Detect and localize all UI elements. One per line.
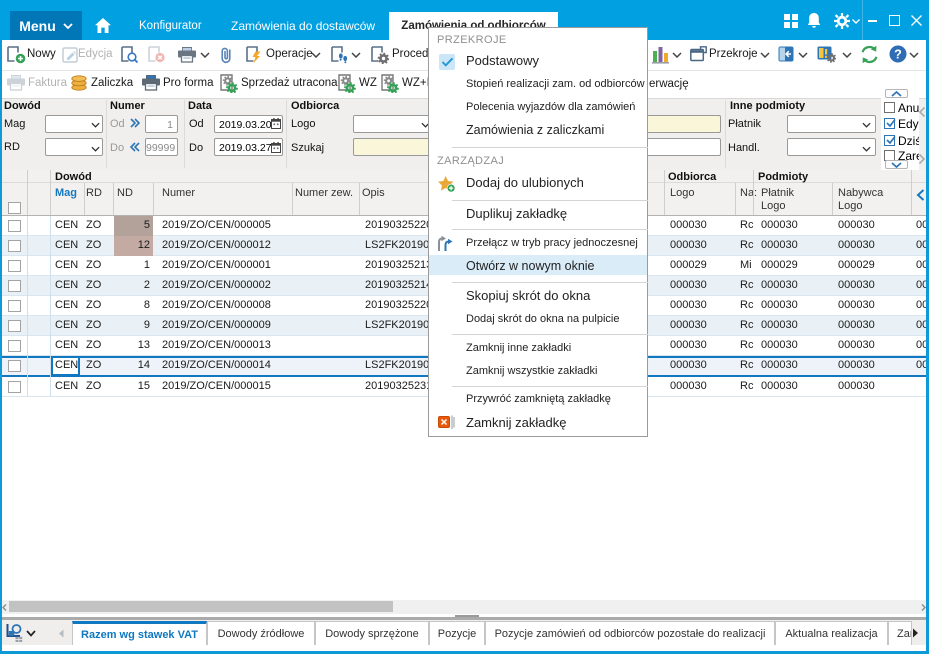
svg-text:?: ? — [894, 47, 902, 61]
